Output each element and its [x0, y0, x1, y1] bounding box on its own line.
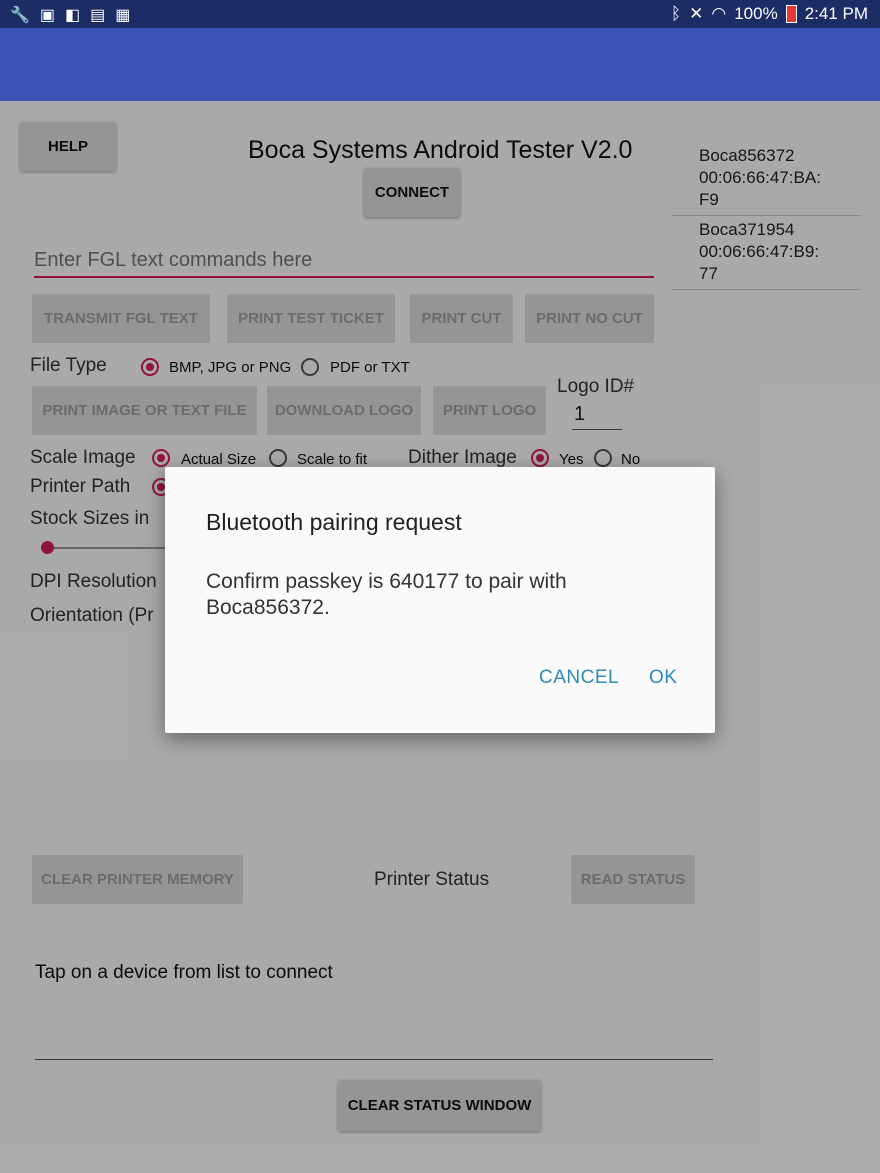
wrench-icon: 🔧	[10, 7, 30, 24]
battery-icon	[785, 5, 797, 23]
bluetooth-icon: ᛒ	[670, 4, 682, 23]
flipboard-icon: ◧	[65, 7, 81, 24]
status-bar: 🔧 ▣ ◧ ▤ ▦ ᛒ ✕ ◠ 100% 2:41 PM	[0, 0, 880, 28]
mute-icon: ✕	[689, 4, 704, 23]
wifi-icon: ◠	[711, 4, 727, 23]
app-bar	[0, 28, 880, 101]
battery-percent: 100%	[734, 4, 778, 23]
cancel-button[interactable]: CANCEL	[539, 667, 619, 689]
dialog-message: Confirm passkey is 640177 to pair with B…	[206, 570, 567, 619]
system-icons: ᛒ ✕ ◠ 100% 2:41 PM	[671, 4, 868, 24]
photo-icon: ▣	[39, 7, 56, 24]
clock: 2:41 PM	[804, 4, 868, 23]
ok-button[interactable]: OK	[649, 667, 677, 689]
bluetooth-pairing-dialog: Bluetooth pairing request Confirm passke…	[165, 467, 715, 733]
notification-icons: 🔧 ▣ ◧ ▤ ▦	[10, 5, 130, 25]
briefcase-icon: ▦	[115, 7, 131, 24]
dialog-title: Bluetooth pairing request	[206, 509, 462, 535]
store-icon: ▤	[90, 7, 106, 24]
